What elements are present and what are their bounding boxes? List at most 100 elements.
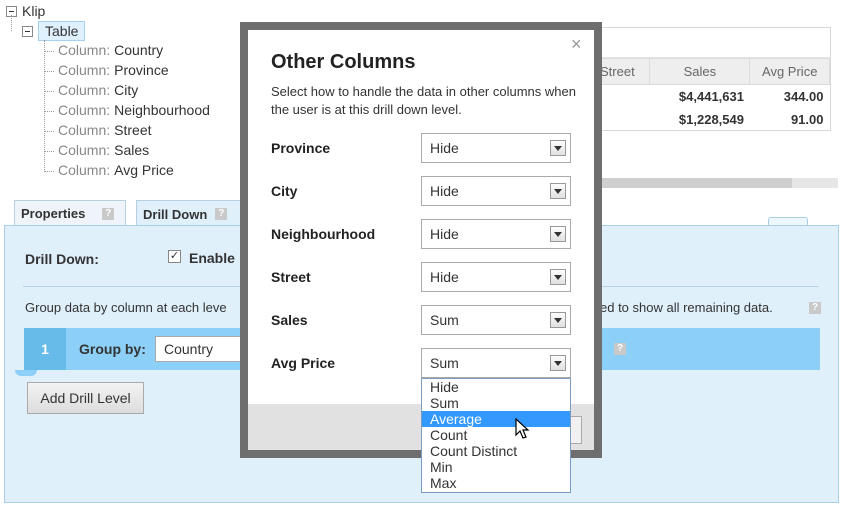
tree-column-node[interactable]: Column: Sales	[58, 142, 149, 158]
enable-label: Enable	[189, 250, 235, 266]
close-icon[interactable]: ×	[571, 35, 582, 53]
column-prefix-label: Column:	[58, 102, 111, 118]
tree-connector	[44, 131, 54, 132]
horizontal-scrollbar[interactable]	[598, 178, 838, 188]
level-pointer	[15, 370, 37, 376]
column-row-label: Avg Price	[271, 355, 336, 371]
group-description-tail: ed to show all remaining data.	[600, 300, 773, 315]
tree-root-label: Klip	[22, 3, 46, 19]
dropdown-option[interactable]: Average	[422, 411, 570, 427]
table-cell	[600, 108, 650, 131]
help-icon[interactable]: ?	[102, 207, 115, 220]
table-row: $4,441,631 344.00	[600, 85, 830, 108]
tree-column-node[interactable]: Column: Street	[58, 122, 152, 138]
avg-price-dropdown-list: Hide Sum Average Count Count Distinct Min Max	[421, 378, 571, 493]
column-name-label: Avg Price	[114, 162, 174, 178]
drill-down-label: Drill Down:	[25, 251, 99, 267]
column-row-label: Street	[271, 269, 311, 285]
tree-connector	[44, 71, 54, 72]
app-root: { "tree": { "root_label": "Klip", "table…	[0, 0, 849, 507]
table-cell: 91.00	[790, 111, 824, 127]
help-icon[interactable]: ?	[809, 302, 821, 314]
select-value: Sum	[430, 312, 459, 328]
add-drill-level-button[interactable]: Add Drill Level	[27, 382, 144, 414]
tree-table-node[interactable]: Table	[22, 21, 86, 41]
tab-drill-down-label: Drill Down	[143, 206, 208, 222]
column-name-label: Country	[114, 42, 164, 58]
tree-connector	[44, 91, 54, 92]
tree-column-node[interactable]: Column: Avg Price	[58, 162, 174, 178]
column-name-label: Province	[114, 62, 169, 78]
column-handling-select[interactable]: Sum	[421, 305, 571, 335]
column-handling-select[interactable]: Hide	[421, 219, 571, 249]
column-handling-select[interactable]: Hide	[421, 133, 571, 163]
tree-column-node[interactable]: Column: Country	[58, 42, 163, 58]
column-handling-select[interactable]: Hide	[421, 176, 571, 206]
table-preview: Street Sales Avg Price $4,441,631 344.00…	[598, 27, 831, 131]
dialog-footer-button[interactable]	[570, 416, 582, 444]
table-cell: 344.00	[783, 88, 824, 104]
tree-connector	[11, 15, 12, 31]
column-prefix-label: Column:	[58, 122, 111, 138]
tree-connector	[44, 40, 45, 172]
tree-connector	[44, 151, 54, 152]
select-value: Hide	[430, 183, 459, 199]
tree-column-node[interactable]: Column: Province	[58, 62, 169, 78]
collapse-icon[interactable]	[22, 25, 33, 37]
column-prefix-label: Column:	[58, 62, 111, 78]
dropdown-option[interactable]: Sum	[422, 395, 570, 411]
dropdown-arrow-icon[interactable]	[550, 355, 566, 371]
drill-level-number: 1	[24, 328, 66, 370]
column-handling-select[interactable]: Hide	[421, 262, 571, 292]
tree-connector	[44, 171, 54, 172]
table-row: $1,228,549 91.00	[600, 108, 830, 131]
group-description: Group data by column at each leve	[25, 300, 227, 315]
dropdown-option[interactable]: Count	[422, 427, 570, 443]
tab-properties-label: Properties	[21, 206, 86, 221]
dropdown-option[interactable]: Hide	[422, 379, 570, 395]
preview-header-avg-price: Avg Price	[749, 58, 830, 85]
dropdown-arrow-icon[interactable]	[550, 226, 566, 242]
scrollbar-thumb[interactable]	[598, 178, 792, 188]
column-name-label: Street	[114, 122, 152, 138]
select-value: Hide	[430, 226, 459, 242]
select-value: Sum	[430, 355, 459, 371]
preview-header-sales: Sales	[649, 58, 751, 85]
help-icon[interactable]: ?	[215, 208, 228, 220]
table-cell: $1,228,549	[678, 111, 744, 127]
help-icon[interactable]: ?	[614, 343, 626, 355]
tree-connector	[44, 51, 54, 52]
dropdown-option[interactable]: Min	[422, 459, 570, 475]
column-prefix-label: Column:	[58, 162, 111, 178]
dropdown-arrow-icon[interactable]	[550, 183, 566, 199]
tree-table-label: Table	[38, 21, 86, 41]
tab-drill-down[interactable]: Drill Down ?	[136, 200, 248, 227]
enable-checkbox[interactable]: ✓	[168, 250, 181, 263]
column-row-label: City	[271, 183, 298, 199]
column-handling-select[interactable]: Sum	[421, 348, 571, 378]
tree-column-node[interactable]: Column: Neighbourhood	[58, 102, 210, 118]
select-value: Hide	[430, 140, 459, 156]
column-prefix-label: Column:	[58, 42, 111, 58]
dialog-description: Select how to handle the data in other c…	[271, 84, 576, 117]
preview-toolbar	[599, 28, 830, 58]
column-prefix-label: Column:	[58, 142, 111, 158]
table-cell: $4,441,631	[678, 88, 744, 104]
group-by-label: Group by:	[79, 341, 146, 357]
tree-connector	[44, 111, 54, 112]
column-name-label: Sales	[114, 142, 150, 158]
dropdown-arrow-icon[interactable]	[550, 312, 566, 328]
column-name-label: City	[114, 82, 139, 98]
preview-table: Street Sales Avg Price $4,441,631 344.00…	[598, 58, 830, 131]
tab-properties[interactable]: Properties ?	[14, 200, 126, 226]
dropdown-option[interactable]: Count Distinct	[422, 443, 570, 459]
dropdown-option[interactable]: Max	[422, 475, 570, 491]
dialog-title: Other Columns	[271, 51, 416, 73]
column-row-label: Neighbourhood	[271, 226, 376, 242]
column-row-label: Province	[271, 140, 331, 156]
dropdown-arrow-icon[interactable]	[550, 269, 566, 285]
column-prefix-label: Column:	[58, 82, 111, 98]
preview-header-street: Street	[598, 58, 651, 85]
dropdown-arrow-icon[interactable]	[550, 140, 566, 156]
tree-column-node[interactable]: Column: City	[58, 82, 138, 98]
